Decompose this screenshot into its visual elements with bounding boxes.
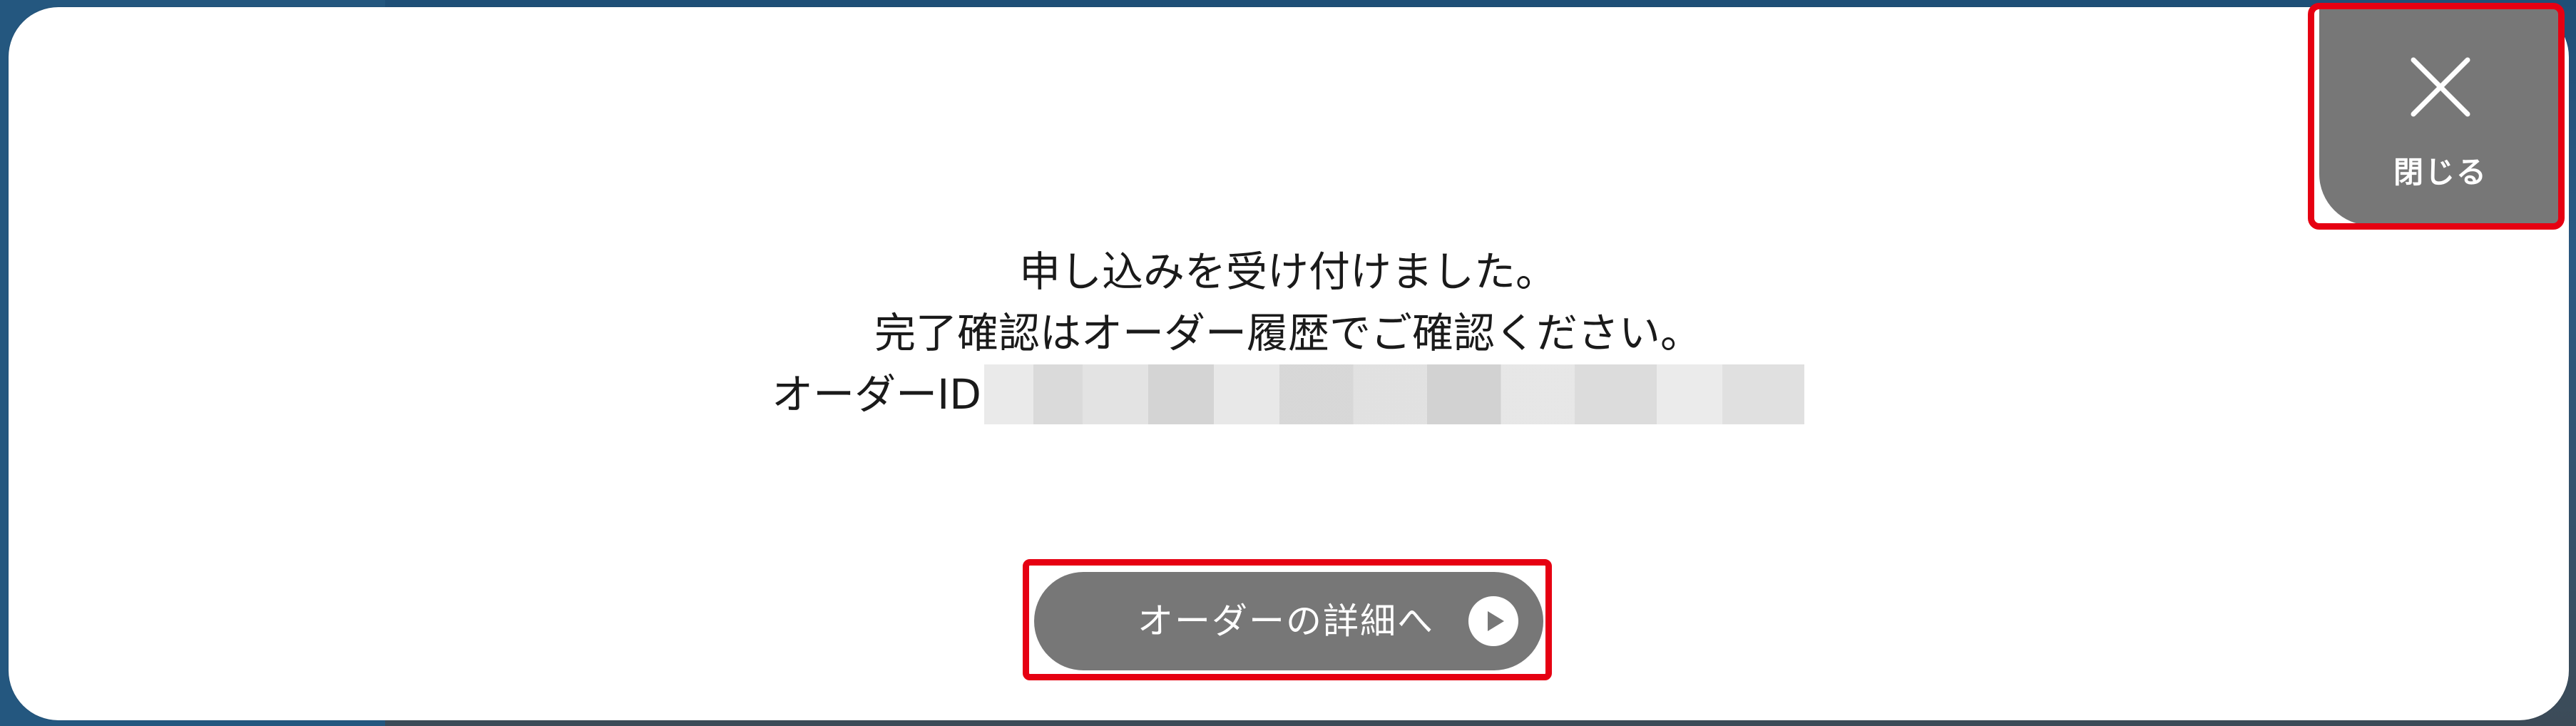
close-button[interactable]: 閉じる xyxy=(2319,9,2562,225)
message-line-2: 完了確認はオーダー履歴でご確認ください。 xyxy=(874,309,1702,357)
play-circle-icon xyxy=(1468,596,1518,646)
close-icon xyxy=(2411,57,2470,117)
dialog-message: 申し込みを受け付けました。 完了確認はオーダー履歴でご確認ください。 オーダーI… xyxy=(0,241,2576,425)
order-id-line: オーダーID xyxy=(772,364,1804,425)
order-detail-button[interactable]: オーダーの詳細へ xyxy=(1034,572,1543,670)
order-id-label: オーダーID xyxy=(772,370,981,419)
message-line-1: 申し込みを受け付けました。 xyxy=(1018,247,1557,296)
order-id-value-masked xyxy=(983,364,1804,424)
close-button-label: 閉じる xyxy=(2393,155,2488,190)
order-detail-button-label: オーダーの詳細へ xyxy=(1138,600,1434,642)
